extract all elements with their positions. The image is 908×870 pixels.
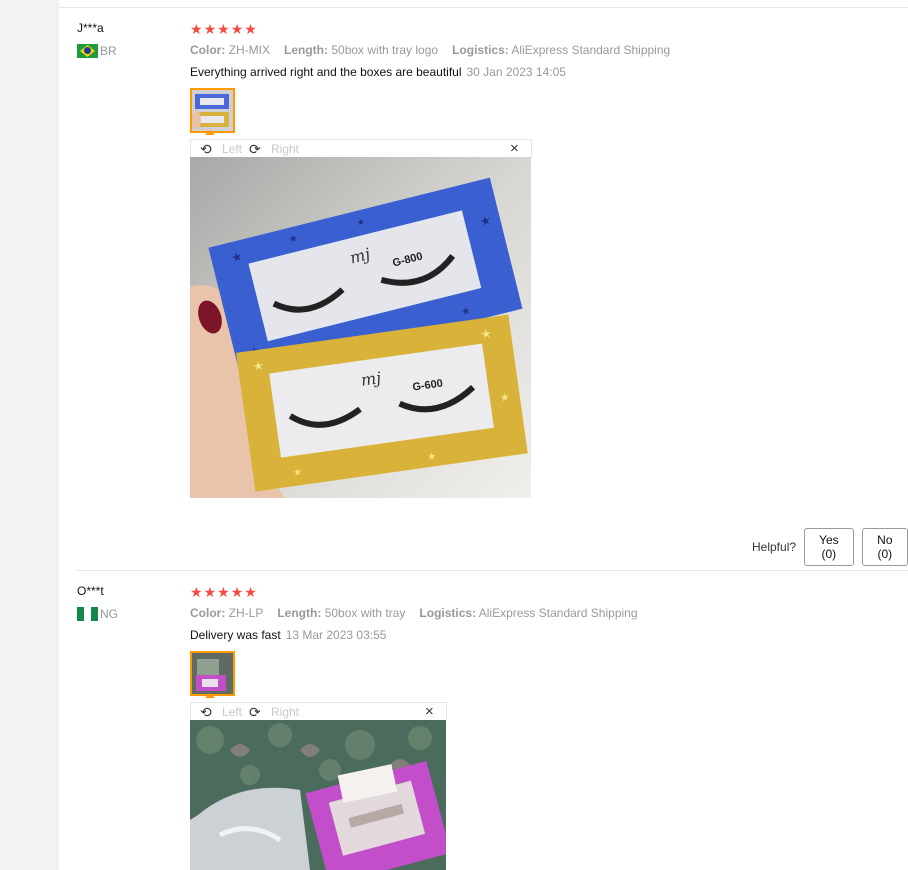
- rotate-right-label[interactable]: Right: [271, 705, 299, 719]
- close-icon[interactable]: ×: [510, 140, 519, 157]
- color-value: ZH-MIX: [228, 43, 270, 57]
- photo-viewer-toolbar: ⟲ Left ⟳ Right ×: [190, 702, 447, 721]
- svg-text:★: ★: [293, 467, 303, 479]
- nigeria-flag-icon: [77, 607, 98, 621]
- logistics-label: Logistics:: [419, 606, 477, 620]
- star-icon: ★: [244, 584, 257, 600]
- logistics-value: AliExpress Standard Shipping: [511, 43, 671, 57]
- rotate-left-label[interactable]: Left: [222, 142, 242, 156]
- photo-viewer-toolbar: ⟲ Left ⟳ Right ×: [190, 139, 532, 158]
- star-icon: ★: [230, 21, 244, 37]
- color-value: ZH-LP: [228, 606, 264, 620]
- star-icon: ★: [217, 21, 230, 37]
- thumbnail-caret: [205, 693, 215, 698]
- rotate-left-label[interactable]: Left: [222, 705, 242, 719]
- brand-text: mj: [360, 368, 383, 390]
- review-attributes: Color: ZH-MIX Length: 50box with tray log…: [190, 43, 670, 57]
- logistics-value: AliExpress Standard Shipping: [478, 606, 638, 620]
- review-photo: [190, 720, 446, 870]
- review-text: Everything arrived right and the boxes a…: [190, 65, 462, 79]
- review-text-row: Delivery was fast 13 Mar 2023 03:55: [190, 628, 386, 642]
- review-date: 30 Jan 2023 14:05: [466, 65, 566, 79]
- star-icon: ★: [190, 21, 203, 37]
- thumbnail-caret: [205, 130, 215, 135]
- review-attributes: Color: ZH-LP Length: 50box with tray Logis…: [190, 606, 638, 620]
- star-icon: ★: [203, 584, 217, 600]
- svg-text:★: ★: [427, 451, 437, 463]
- rotate-left-icon[interactable]: ⟲: [200, 704, 212, 721]
- rotate-right-label[interactable]: Right: [271, 142, 299, 156]
- length-label: Length:: [277, 606, 322, 620]
- length-value: 50box with tray logo: [331, 43, 439, 57]
- divider: [59, 7, 908, 8]
- reviewer-name: J***a: [77, 21, 104, 35]
- close-icon[interactable]: ×: [425, 703, 434, 720]
- svg-text:★: ★: [252, 358, 265, 373]
- reviewer-country: BR: [77, 44, 117, 58]
- star-rating: ★ ★ ★ ★ ★: [190, 22, 257, 36]
- country-code: NG: [100, 607, 118, 621]
- star-rating: ★ ★ ★ ★ ★: [190, 585, 257, 599]
- star-icon: ★: [230, 584, 244, 600]
- review-text: Delivery was fast: [190, 628, 281, 642]
- helpful-no-button[interactable]: No (0): [861, 528, 908, 566]
- rotate-right-icon[interactable]: ⟳: [249, 141, 261, 158]
- logistics-label: Logistics:: [452, 43, 509, 57]
- review-text-row: Everything arrived right and the boxes a…: [190, 65, 566, 79]
- reviewer-name: O***t: [77, 584, 104, 598]
- divider: [76, 570, 908, 571]
- color-label: Color:: [190, 43, 226, 57]
- star-icon: ★: [190, 584, 203, 600]
- rotate-left-icon[interactable]: ⟲: [200, 141, 212, 158]
- helpful-question: Helpful?: [752, 540, 797, 554]
- helpful-row: Helpful? Yes (0) No (0): [752, 528, 908, 566]
- review-date: 13 Mar 2023 03:55: [285, 628, 387, 642]
- review-photo-thumbnail[interactable]: [190, 651, 235, 696]
- helpful-yes-button[interactable]: Yes (0): [804, 528, 854, 566]
- star-icon: ★: [217, 584, 230, 600]
- reviewer-country: NG: [77, 607, 118, 621]
- country-code: BR: [100, 44, 117, 58]
- star-icon: ★: [203, 21, 217, 37]
- review-photo: mj G-800 ★★ ★★ ★★ mj G-600 ★★: [190, 157, 531, 498]
- star-icon: ★: [244, 21, 257, 37]
- rotate-right-icon[interactable]: ⟳: [249, 704, 261, 721]
- brazil-flag-icon: [77, 44, 98, 58]
- review-photo-thumbnail[interactable]: [190, 88, 235, 133]
- length-label: Length:: [284, 43, 328, 57]
- svg-text:★: ★: [499, 391, 511, 404]
- color-label: Color:: [190, 606, 226, 620]
- length-value: 50box with tray: [324, 606, 406, 620]
- svg-text:★: ★: [480, 326, 493, 341]
